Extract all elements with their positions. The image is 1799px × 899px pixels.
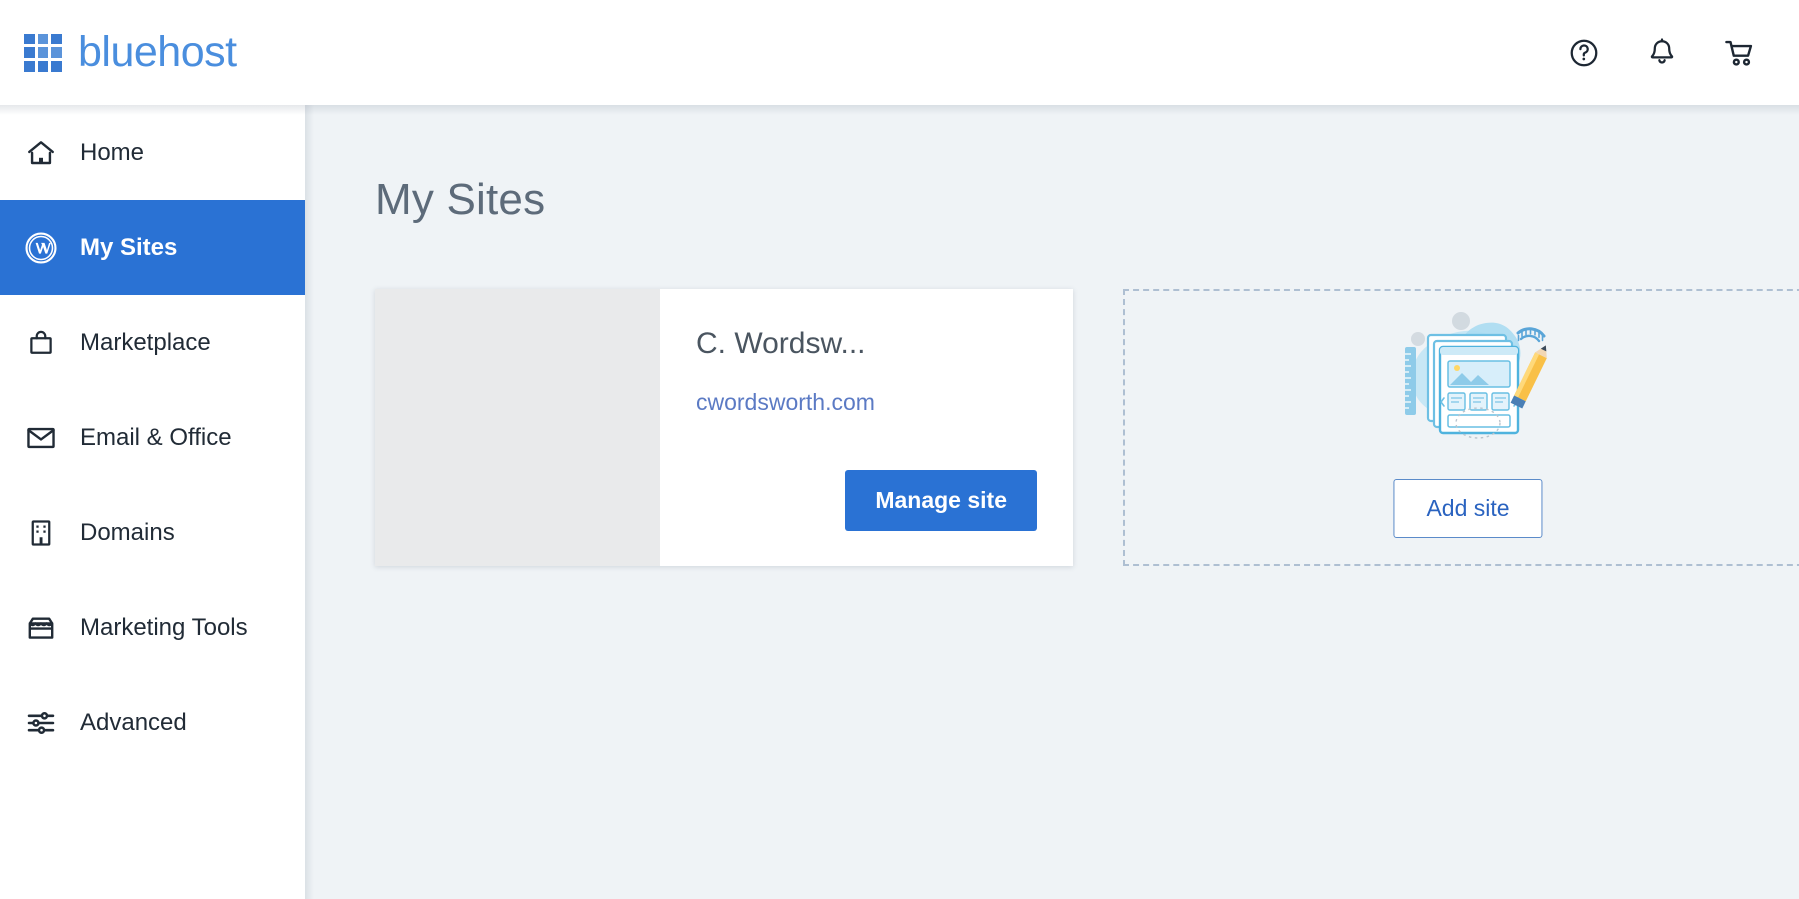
sliders-icon: [24, 706, 58, 740]
sidebar-item-label: Domains: [80, 518, 175, 546]
sidebar-item-email-office[interactable]: Email & Office: [0, 390, 305, 485]
building-icon: [24, 516, 58, 550]
site-thumbnail: [375, 289, 660, 566]
add-site-panel[interactable]: Add site: [1123, 289, 1799, 566]
brand-logo[interactable]: bluehost: [24, 31, 237, 74]
sidebar-item-label: Marketplace: [80, 328, 211, 356]
manage-site-button[interactable]: Manage site: [845, 470, 1037, 531]
wordpress-icon: [24, 231, 58, 265]
site-card: C. Wordsw... cwordsworth.com Manage site: [375, 289, 1073, 566]
page-title: My Sites: [375, 175, 546, 224]
storefront-icon: [24, 611, 58, 645]
sidebar-item-label: My Sites: [80, 233, 178, 261]
help-icon[interactable]: [1567, 36, 1601, 70]
site-domain-link[interactable]: cwordsworth.com: [696, 389, 875, 416]
add-site-button[interactable]: Add site: [1393, 479, 1543, 538]
sidebar-item-domains[interactable]: Domains: [0, 485, 305, 580]
shopping-bag-icon: [24, 326, 58, 360]
sidebar-item-label: Email & Office: [80, 423, 232, 451]
sidebar-item-label: Marketing Tools: [80, 613, 248, 641]
sidebar-item-marketplace[interactable]: Marketplace: [0, 295, 305, 390]
sidebar-navigation: Home My Sites Marketplace Email & Office…: [0, 105, 314, 899]
site-card-body: C. Wordsw... cwordsworth.com Manage site: [660, 289, 1073, 566]
home-icon: [24, 136, 58, 170]
main-content: My Sites C. Wordsw... cwordsworth.com Ma…: [305, 105, 1799, 899]
sidebar-item-advanced[interactable]: Advanced: [0, 675, 305, 770]
bluehost-grid-logo: [24, 33, 62, 72]
sidebar-item-home[interactable]: Home: [0, 105, 305, 200]
sidebar-item-my-sites[interactable]: My Sites: [0, 200, 305, 295]
sidebar-item-label: Home: [80, 138, 145, 166]
sidebar-item-label: Advanced: [80, 708, 187, 736]
notifications-bell-icon[interactable]: [1645, 36, 1679, 70]
brand-name: bluehost: [78, 28, 237, 76]
website-builder-illustration: [1368, 299, 1568, 459]
header-actions: [1567, 36, 1757, 70]
top-header: bluehost: [0, 0, 1799, 115]
site-name: C. Wordsw...: [696, 327, 866, 360]
sidebar-item-marketing-tools[interactable]: Marketing Tools: [0, 580, 305, 675]
sites-grid: C. Wordsw... cwordsworth.com Manage site: [375, 289, 1799, 566]
envelope-icon: [24, 421, 58, 455]
shopping-cart-icon[interactable]: [1723, 36, 1757, 70]
